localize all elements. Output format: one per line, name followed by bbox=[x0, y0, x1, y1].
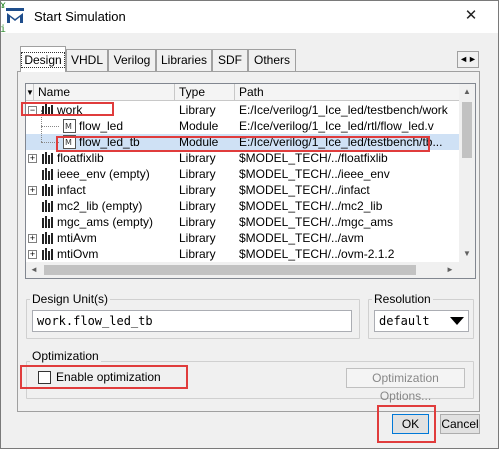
scroll-right-arrow-icon[interactable]: ► bbox=[442, 262, 458, 278]
list-vertical-scrollbar[interactable]: ▲ ▼ bbox=[459, 84, 475, 262]
scroll-down-arrow-icon[interactable]: ▼ bbox=[459, 246, 475, 262]
ok-button[interactable]: OK bbox=[392, 414, 429, 434]
svg-text:M: M bbox=[65, 138, 72, 147]
list-item[interactable]: + floatfixlib Library $MODEL_TECH/../floatf… bbox=[26, 150, 459, 166]
design-unit-label: Design Unit(s) bbox=[30, 292, 111, 306]
row-type: Library bbox=[179, 151, 216, 165]
row-name: floatfixlib bbox=[57, 151, 104, 165]
tab-sdf[interactable]: SDF bbox=[212, 49, 248, 71]
module-icon: M bbox=[63, 119, 76, 133]
column-header-path[interactable]: Path bbox=[235, 84, 475, 101]
tab-verilog[interactable]: Verilog bbox=[108, 49, 156, 71]
tree-line bbox=[41, 126, 42, 142]
row-type: Library bbox=[179, 199, 216, 213]
scroll-up-arrow-icon[interactable]: ▲ bbox=[459, 84, 475, 100]
library-icon bbox=[42, 168, 53, 180]
svg-text:M: M bbox=[65, 122, 72, 131]
list-item[interactable]: + infact Library $MODEL_TECH/../infact bbox=[26, 182, 459, 198]
row-path: $MODEL_TECH/../ieee_env bbox=[239, 167, 390, 181]
library-icon bbox=[42, 104, 53, 116]
expand-icon[interactable]: + bbox=[28, 186, 37, 195]
vertical-scroll-thumb[interactable] bbox=[462, 102, 472, 158]
row-name: ieee_env (empty) bbox=[57, 167, 150, 181]
row-type: Library bbox=[179, 215, 216, 229]
scroll-left-arrow-icon[interactable]: ◄ bbox=[26, 262, 42, 278]
list-rows: − work Library E:/Ice/verilog/1_Ice_led/tes… bbox=[26, 102, 459, 262]
tab-design[interactable]: Design bbox=[20, 46, 66, 72]
row-path: $MODEL_TECH/../infact bbox=[239, 183, 370, 197]
tree-line bbox=[41, 126, 59, 127]
row-type: Library bbox=[179, 231, 216, 245]
tab-others[interactable]: Others bbox=[248, 49, 296, 71]
row-type: Module bbox=[179, 119, 219, 133]
row-path: $MODEL_TECH/../ovm-2.1.2 bbox=[239, 247, 395, 261]
background-editor-gutter: ɤ i bbox=[0, 0, 7, 35]
tab-design-label: Design bbox=[21, 52, 65, 68]
row-type: Library bbox=[179, 183, 216, 197]
optimization-label: Optimization bbox=[30, 349, 101, 363]
row-name: mgc_ams (empty) bbox=[57, 215, 154, 229]
tab-scroll-arrows[interactable]: ◄► bbox=[457, 51, 479, 68]
window-title: Start Simulation bbox=[34, 9, 126, 24]
library-icon bbox=[42, 152, 53, 164]
row-path: $MODEL_TECH/../mc2_lib bbox=[239, 199, 383, 213]
library-icon bbox=[42, 248, 53, 260]
tree-line bbox=[41, 110, 42, 126]
cancel-button[interactable]: Cancel bbox=[440, 414, 480, 434]
list-item[interactable]: + mtiAvm Library $MODEL_TECH/../avm bbox=[26, 230, 459, 246]
row-type: Library bbox=[179, 103, 216, 117]
list-item[interactable]: + mtiOvm Library $MODEL_TECH/../ovm-2.1.2 bbox=[26, 246, 459, 262]
row-name: work bbox=[57, 103, 83, 117]
row-path: E:/Ice/verilog/1_Ice_led/testbench/work bbox=[239, 103, 448, 117]
library-icon bbox=[42, 216, 53, 228]
design-unit-input[interactable]: work.flow_led_tb bbox=[32, 310, 352, 332]
row-path: $MODEL_TECH/../avm bbox=[239, 231, 364, 245]
row-name: mc2_lib (empty) bbox=[57, 199, 143, 213]
tree-line bbox=[41, 142, 59, 143]
tab-libraries[interactable]: Libraries bbox=[156, 49, 212, 71]
tab-vhdl[interactable]: VHDL bbox=[66, 49, 108, 71]
resolution-value: default bbox=[379, 314, 430, 328]
expand-icon[interactable]: + bbox=[28, 250, 37, 259]
expand-icon[interactable]: + bbox=[28, 234, 37, 243]
row-path: E:/Ice/verilog/1_Ice_led/rtl/flow_led.v bbox=[239, 119, 434, 133]
list-item[interactable]: mgc_ams (empty) Library $MODEL_TECH/../mgc… bbox=[26, 214, 459, 230]
sort-indicator-icon[interactable]: ▼ bbox=[26, 84, 34, 101]
row-name: mtiOvm bbox=[57, 247, 99, 261]
design-library-list[interactable]: ▼ Name Type Path − work Library E:/Ice/veri… bbox=[25, 83, 476, 279]
resolution-label: Resolution bbox=[372, 292, 433, 306]
row-name: flow_led bbox=[79, 119, 124, 133]
row-name: mtiAvm bbox=[57, 231, 97, 245]
list-item[interactable]: Mflow_led_tb Module E:/Ice/verilog/1_Ice_l… bbox=[26, 126, 459, 150]
expand-icon[interactable]: + bbox=[28, 154, 37, 163]
horizontal-scroll-thumb[interactable] bbox=[44, 265, 416, 275]
collapse-icon[interactable]: − bbox=[28, 106, 37, 115]
library-icon bbox=[42, 200, 53, 212]
row-name: flow_led_tb bbox=[79, 135, 140, 149]
library-icon bbox=[42, 184, 53, 196]
column-header-name[interactable]: Name bbox=[34, 84, 175, 101]
row-path: E:/Ice/verilog/1_Ice_led/testbench/tb... bbox=[239, 135, 443, 149]
row-name: infact bbox=[57, 183, 86, 197]
enable-optimization-checkbox[interactable] bbox=[38, 371, 51, 384]
row-type: Module bbox=[179, 135, 219, 149]
close-button[interactable]: ✕ bbox=[460, 7, 482, 25]
dropdown-arrow-icon[interactable] bbox=[450, 317, 464, 325]
row-type: Library bbox=[179, 167, 216, 181]
list-item[interactable]: mc2_lib (empty) Library $MODEL_TECH/../mc2… bbox=[26, 198, 459, 214]
module-icon: M bbox=[63, 135, 76, 149]
list-item[interactable]: Mflow_led Module E:/Ice/verilog/1_Ice_led/… bbox=[26, 110, 459, 134]
row-path: $MODEL_TECH/../mgc_ams bbox=[239, 215, 394, 229]
row-path: $MODEL_TECH/../floatfixlib bbox=[239, 151, 388, 165]
list-item[interactable]: ieee_env (empty) Library $MODEL_TECH/../ie… bbox=[26, 166, 459, 182]
resolution-select[interactable]: default bbox=[374, 310, 469, 332]
column-header-type[interactable]: Type bbox=[175, 84, 235, 101]
enable-optimization-label[interactable]: Enable optimization bbox=[56, 370, 161, 384]
list-horizontal-scrollbar[interactable]: ◄ ► bbox=[26, 262, 475, 278]
list-item[interactable]: − work Library E:/Ice/verilog/1_Ice_led/tes… bbox=[26, 102, 459, 118]
library-icon bbox=[42, 232, 53, 244]
row-type: Library bbox=[179, 247, 216, 261]
optimization-options-button[interactable]: Optimization Options... bbox=[346, 368, 465, 403]
